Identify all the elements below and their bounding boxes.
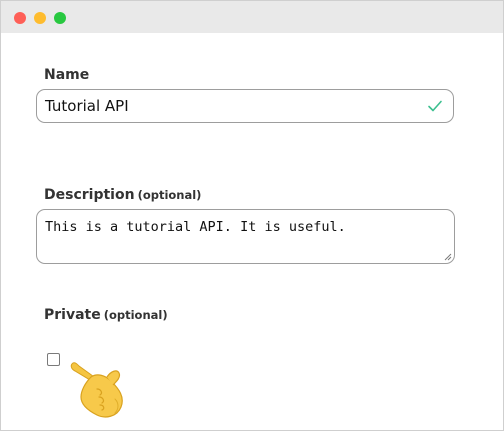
description-label-text: Description [44,187,135,203]
name-label-text: Name [44,67,90,83]
close-button[interactable] [14,12,26,24]
name-field-value: Tutorial API [45,97,129,115]
checkmark-icon [428,100,442,112]
zoom-button[interactable] [54,12,66,24]
app-window: Name Tutorial API Description (optional) … [0,0,504,431]
minimize-button[interactable] [34,12,46,24]
name-field[interactable]: Tutorial API [36,89,454,123]
description-textarea-value: This is a tutorial API. It is useful. [45,219,346,235]
description-textarea[interactable]: This is a tutorial API. It is useful. [36,209,455,264]
private-label: Private (optional) [44,307,168,323]
name-label: Name [44,67,89,83]
private-optional-label: (optional) [103,308,168,322]
private-checkbox[interactable] [47,353,60,366]
title-bar [1,1,503,33]
private-label-text: Private [44,307,101,323]
description-optional-label: (optional) [137,188,202,202]
resize-handle-icon[interactable] [444,253,452,261]
description-label: Description (optional) [44,187,201,203]
pointing-hand-icon [70,362,123,418]
